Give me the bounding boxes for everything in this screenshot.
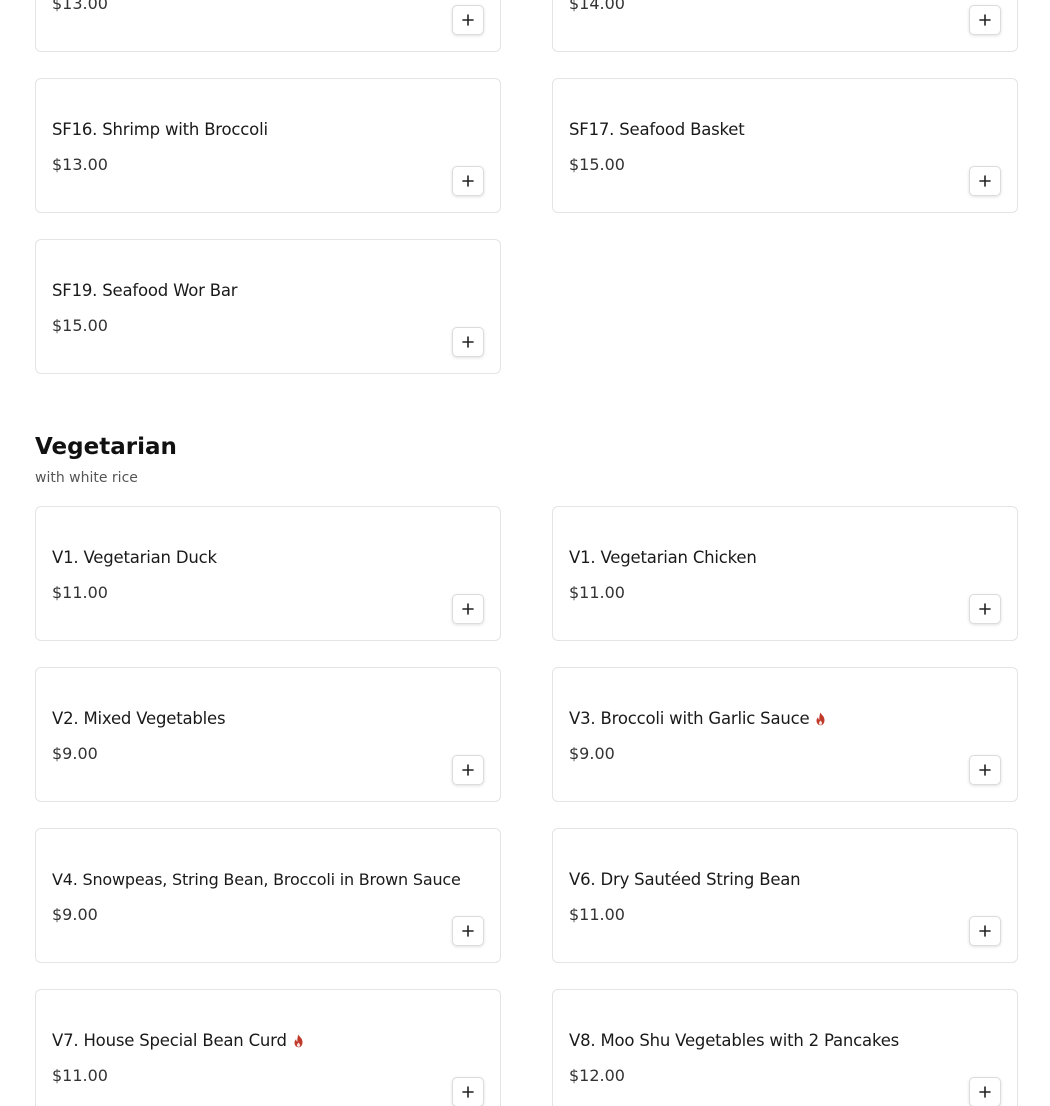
- add-item-button[interactable]: [452, 5, 484, 35]
- menu-item-card[interactable]: V1. Vegetarian Duck $11.00: [35, 506, 501, 641]
- item-name: V6. Dry Sautéed String Bean: [569, 870, 801, 889]
- menu-item-card[interactable]: V2. Mixed Vegetables $9.00: [35, 667, 501, 802]
- menu-item-card[interactable]: $13.00: [35, 0, 501, 52]
- item-name: SF16. Shrimp with Broccoli: [52, 120, 268, 139]
- add-item-button[interactable]: [969, 916, 1001, 946]
- item-name: V8. Moo Shu Vegetables with 2 Pancakes: [569, 1031, 900, 1050]
- plus-icon: [462, 175, 474, 187]
- item-price: $15.00: [52, 316, 108, 335]
- item-price: $13.00: [52, 0, 108, 13]
- menu-item-card[interactable]: V4. Snowpeas, String Bean, Broccoli in B…: [35, 828, 501, 963]
- plus-icon: [462, 14, 474, 26]
- add-item-button[interactable]: [452, 755, 484, 785]
- item-price: $11.00: [569, 583, 625, 602]
- menu-item-card[interactable]: V8. Moo Shu Vegetables with 2 Pancakes $…: [552, 989, 1018, 1106]
- item-price: $9.00: [52, 905, 98, 924]
- item-price: $11.00: [52, 583, 108, 602]
- add-item-button[interactable]: [452, 916, 484, 946]
- plus-icon: [979, 1086, 991, 1098]
- add-item-button[interactable]: [452, 166, 484, 196]
- add-item-button[interactable]: [452, 1077, 484, 1106]
- item-price: $12.00: [569, 1066, 625, 1085]
- menu-item-card[interactable]: SF16. Shrimp with Broccoli $13.00: [35, 78, 501, 213]
- item-price: $9.00: [52, 744, 98, 763]
- plus-icon: [979, 764, 991, 776]
- menu-item-card[interactable]: V3. Broccoli with Garlic Sauce $9.00: [552, 667, 1018, 802]
- item-name: V1. Vegetarian Chicken: [569, 548, 757, 567]
- add-item-button[interactable]: [452, 594, 484, 624]
- item-name: SF17. Seafood Basket: [569, 120, 745, 139]
- menu-item-card[interactable]: SF17. Seafood Basket $15.00: [552, 78, 1018, 213]
- plus-icon: [979, 925, 991, 937]
- plus-icon: [462, 764, 474, 776]
- plus-icon: [979, 175, 991, 187]
- plus-icon: [979, 603, 991, 615]
- menu-item-card[interactable]: V1. Vegetarian Chicken $11.00: [552, 506, 1018, 641]
- plus-icon: [462, 1086, 474, 1098]
- menu-item-card[interactable]: $14.00: [552, 0, 1018, 52]
- item-price: $11.00: [569, 905, 625, 924]
- section-subtitle: with white rice: [35, 470, 138, 486]
- menu-item-card[interactable]: V7. House Special Bean Curd $11.00: [35, 989, 501, 1106]
- item-price: $15.00: [569, 155, 625, 174]
- item-price: $14.00: [569, 0, 625, 13]
- item-name: V4. Snowpeas, String Bean, Broccoli in B…: [52, 870, 461, 889]
- plus-icon: [462, 603, 474, 615]
- add-item-button[interactable]: [969, 1077, 1001, 1106]
- item-name: V7. House Special Bean Curd: [52, 1031, 287, 1050]
- plus-icon: [462, 925, 474, 937]
- add-item-button[interactable]: [969, 755, 1001, 785]
- menu-page: $13.00 $14.00 SF16. Shrimp with Broccoli…: [0, 0, 1050, 1106]
- menu-item-card[interactable]: V6. Dry Sautéed String Bean $11.00: [552, 828, 1018, 963]
- item-price: $13.00: [52, 155, 108, 174]
- plus-icon: [979, 14, 991, 26]
- item-name: V3. Broccoli with Garlic Sauce: [569, 709, 810, 728]
- item-name: SF19. Seafood Wor Bar: [52, 281, 238, 300]
- flame-icon: [294, 1034, 303, 1047]
- menu-item-card[interactable]: SF19. Seafood Wor Bar $15.00: [35, 239, 501, 374]
- add-item-button[interactable]: [452, 327, 484, 357]
- flame-icon: [816, 712, 825, 725]
- item-name-row: V3. Broccoli with Garlic Sauce: [569, 709, 827, 728]
- add-item-button[interactable]: [969, 166, 1001, 196]
- plus-icon: [462, 336, 474, 348]
- add-item-button[interactable]: [969, 5, 1001, 35]
- item-price: $11.00: [52, 1066, 108, 1085]
- item-name: V1. Vegetarian Duck: [52, 548, 217, 567]
- item-name: V2. Mixed Vegetables: [52, 709, 226, 728]
- item-price: $9.00: [569, 744, 615, 763]
- add-item-button[interactable]: [969, 594, 1001, 624]
- section-title: Vegetarian: [35, 434, 177, 460]
- item-name-row: V7. House Special Bean Curd: [52, 1031, 305, 1050]
